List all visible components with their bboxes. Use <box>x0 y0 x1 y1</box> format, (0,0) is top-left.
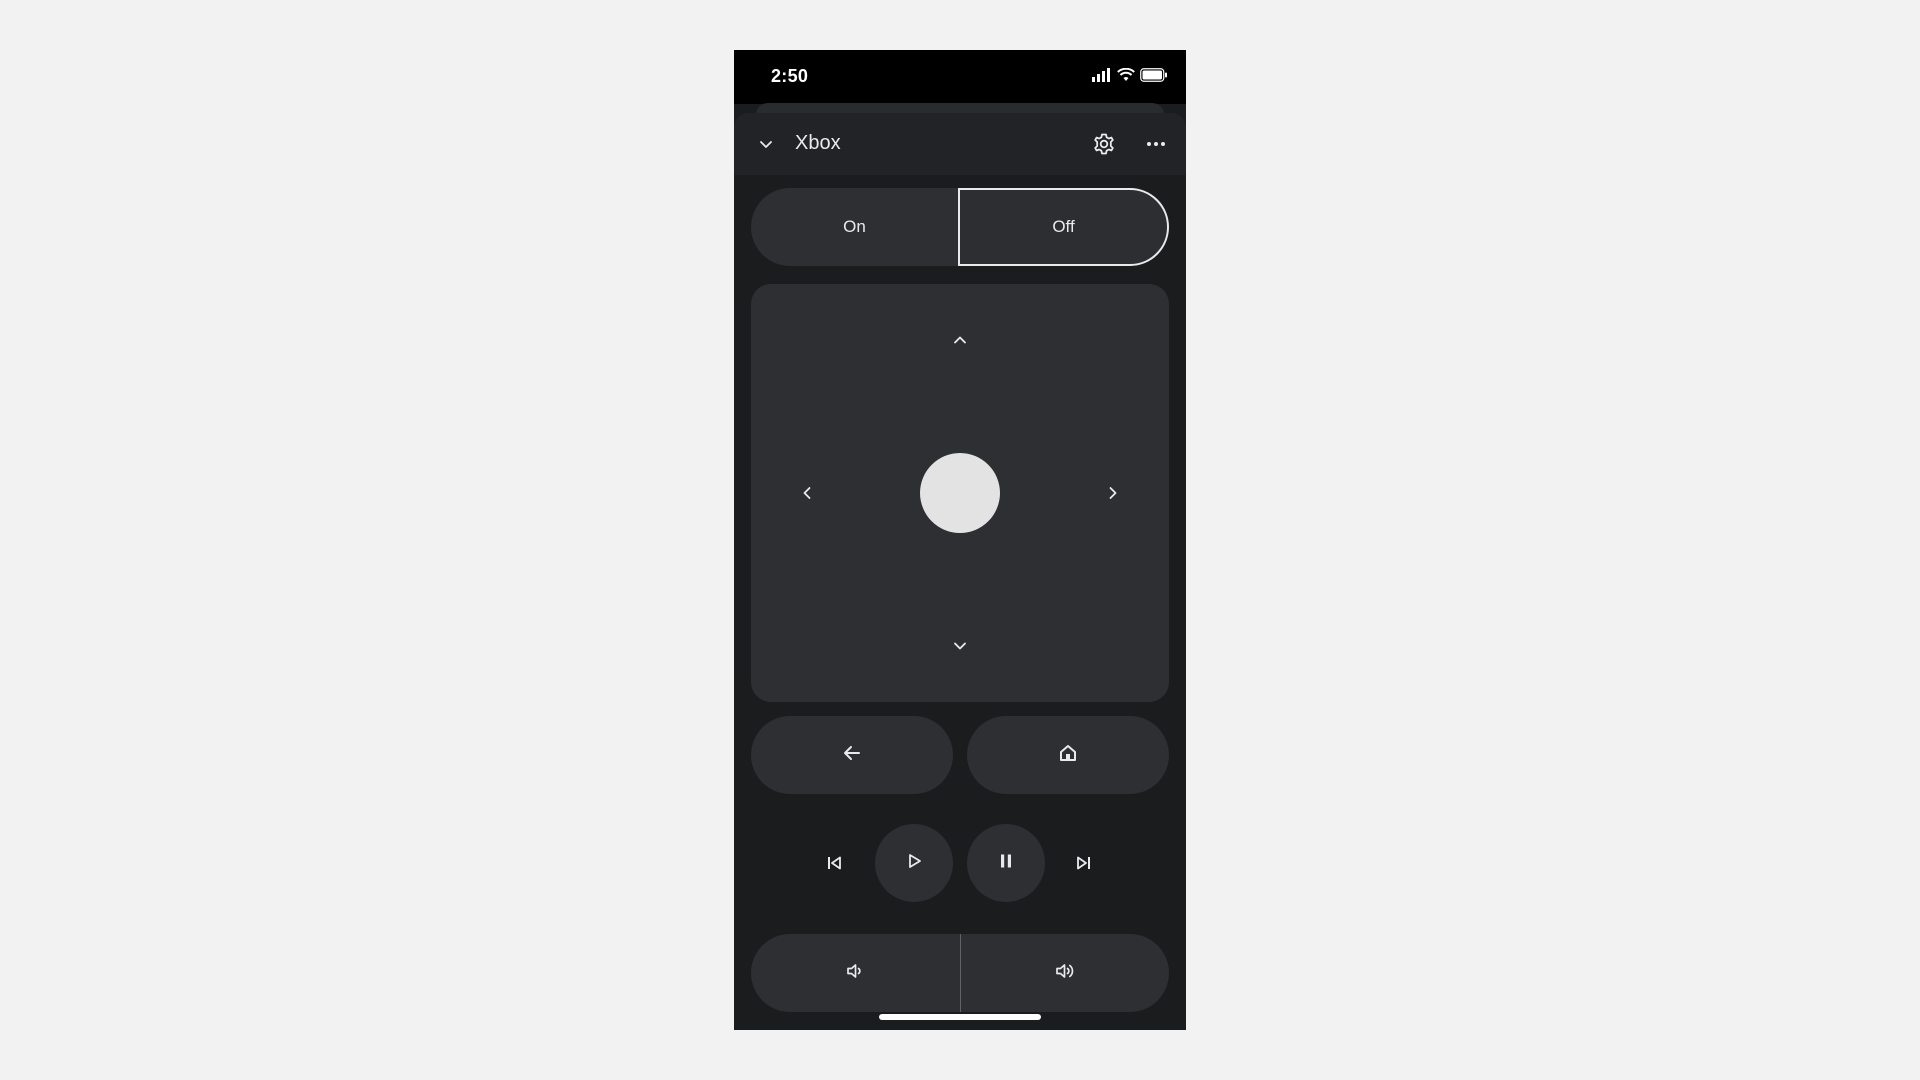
status-icons <box>1092 67 1168 87</box>
phone-screen: 2:50 Xbox On Off <box>734 50 1186 1030</box>
chevron-down-icon[interactable] <box>942 628 978 664</box>
volume-down-button[interactable] <box>751 934 961 1012</box>
home-button[interactable] <box>967 716 1169 794</box>
chevron-down-icon[interactable] <box>755 133 777 155</box>
home-indicator[interactable] <box>879 1014 1041 1020</box>
volume-up-button[interactable] <box>960 934 1169 1012</box>
chevron-right-icon[interactable] <box>1095 475 1131 511</box>
device-header: Xbox <box>734 113 1186 175</box>
pause-icon <box>996 851 1016 876</box>
back-arrow-icon <box>840 741 864 770</box>
gear-icon[interactable] <box>1090 130 1118 158</box>
volume-controls <box>751 934 1169 1012</box>
media-controls <box>734 824 1186 904</box>
play-button[interactable] <box>875 824 953 902</box>
select-button[interactable] <box>920 453 1000 533</box>
dpad <box>751 284 1169 702</box>
power-toggle: On Off <box>751 188 1169 266</box>
chevron-left-icon[interactable] <box>789 475 825 511</box>
volume-down-icon <box>844 960 866 987</box>
power-on-button[interactable]: On <box>751 188 958 266</box>
status-bar: 2:50 <box>734 50 1186 104</box>
navigation-row <box>751 716 1169 794</box>
skip-next-icon[interactable] <box>1066 845 1102 881</box>
volume-up-icon <box>1054 960 1076 987</box>
back-button[interactable] <box>751 716 953 794</box>
skip-previous-icon[interactable] <box>816 845 852 881</box>
device-title: Xbox <box>795 132 841 154</box>
battery-icon <box>1140 68 1168 87</box>
home-icon <box>1056 741 1080 770</box>
play-icon <box>904 851 924 876</box>
more-horizontal-icon[interactable] <box>1142 130 1170 158</box>
signal-icon <box>1092 68 1112 87</box>
pause-button[interactable] <box>967 824 1045 902</box>
wifi-icon <box>1117 67 1135 87</box>
chevron-up-icon[interactable] <box>942 322 978 358</box>
status-time: 2:50 <box>771 66 809 86</box>
power-off-button[interactable]: Off <box>958 188 1169 266</box>
